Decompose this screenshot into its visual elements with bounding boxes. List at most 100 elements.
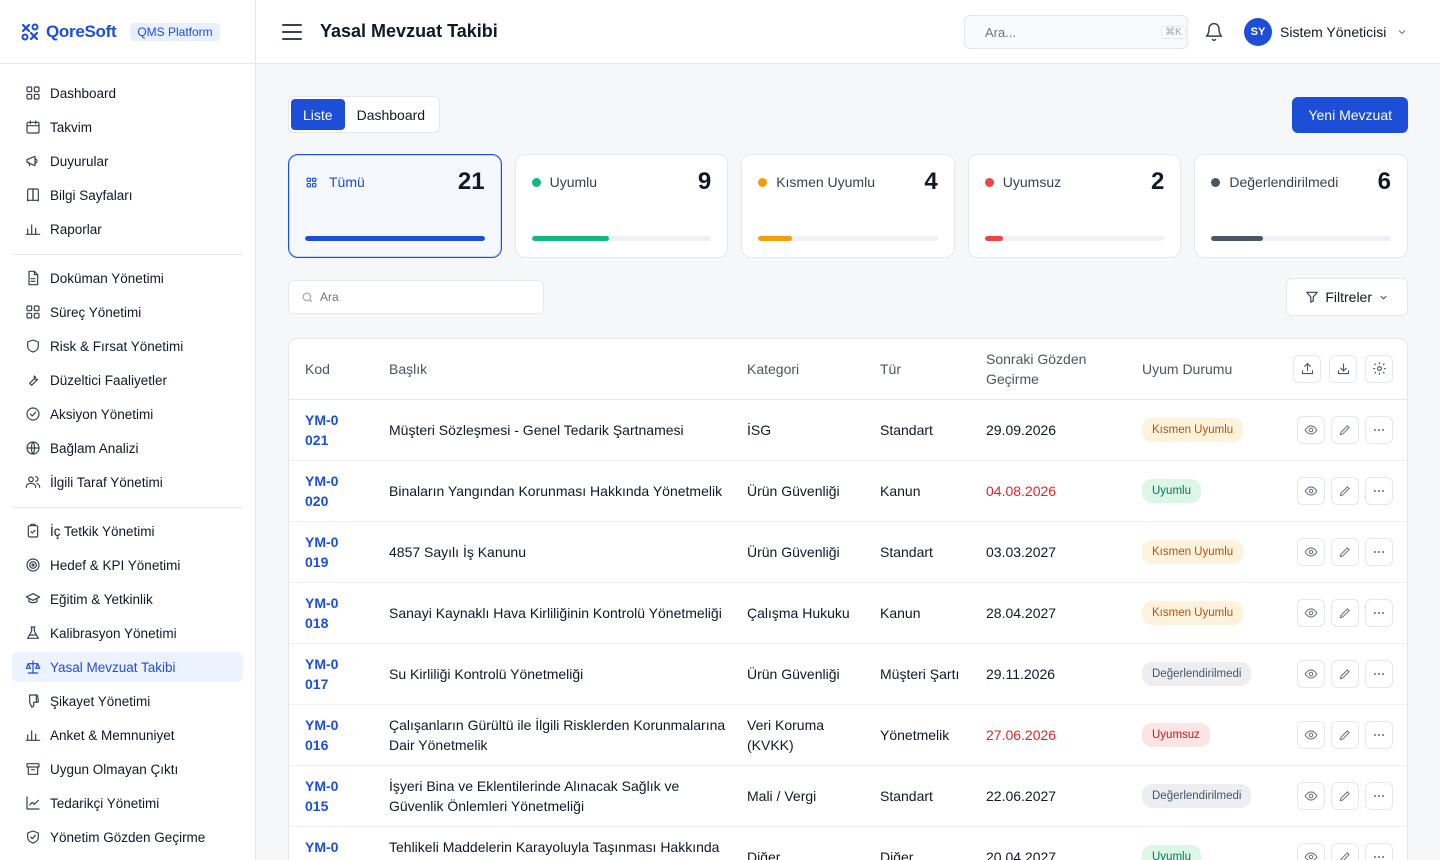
cell-type: Kanun [872, 460, 978, 522]
sidebar-item-dokuman-yonetimi[interactable]: Doküman Yönetimi [12, 263, 243, 293]
sidebar-item-ic-tetkik-yonetimi[interactable]: İç Tetkik Yönetimi [12, 516, 243, 546]
view-eye-icon[interactable] [1297, 781, 1325, 810]
column-header-category[interactable]: Kategori [739, 339, 872, 400]
settings-gear-icon[interactable] [1365, 354, 1393, 383]
column-header-code[interactable]: Kod [289, 339, 381, 400]
new-regulation-button[interactable]: Yeni Mevzuat [1292, 97, 1408, 133]
edit-pencil-icon[interactable] [1331, 598, 1359, 627]
more-horizontal-icon[interactable] [1365, 659, 1393, 688]
view-eye-icon[interactable] [1297, 415, 1325, 444]
table-row[interactable]: YM-0018 Sanayi Kaynaklı Hava Kirliliğinin… [289, 582, 1407, 644]
table-row[interactable]: YM-0014 Tehlikeli Maddelerin Karayoluyla … [289, 826, 1407, 860]
brand[interactable]: QoreSoft QMS Platform [0, 0, 255, 64]
user-menu[interactable]: SY Sistem Yöneticisi [1244, 18, 1408, 46]
sidebar-item-sikayet-yonetimi[interactable]: Şikayet Yönetimi [12, 686, 243, 716]
sidebar-item-hedef-kpi-yonetimi[interactable]: Hedef & KPI Yönetimi [12, 550, 243, 580]
row-code-link[interactable]: YM-0020 [305, 471, 345, 511]
row-code-link[interactable]: YM-0017 [305, 654, 345, 694]
sidebar-item-yasal-mevzuat-takibi[interactable]: Yasal Mevzuat Takibi [12, 652, 243, 682]
download-icon[interactable] [1329, 354, 1357, 383]
edit-pencil-icon[interactable] [1331, 415, 1359, 444]
more-horizontal-icon[interactable] [1365, 720, 1393, 749]
sidebar-item-tedarikci-yonetimi[interactable]: Tedarikçi Yönetimi [12, 788, 243, 818]
menu-toggle-icon[interactable] [282, 23, 302, 40]
sidebar-item-duzeltici-faaliyetler[interactable]: Düzeltici Faaliyetler [12, 365, 243, 395]
more-horizontal-icon[interactable] [1365, 781, 1393, 810]
cell-actions [1268, 704, 1407, 766]
more-horizontal-icon[interactable] [1365, 476, 1393, 505]
sidebar-item-surec-yonetimi[interactable]: Süreç Yönetimi [12, 297, 243, 327]
column-header-status[interactable]: Uyum Durumu [1134, 339, 1268, 400]
view-eye-icon[interactable] [1297, 842, 1325, 860]
row-code-link[interactable]: YM-0021 [305, 410, 345, 450]
column-header-type[interactable]: Tür [872, 339, 978, 400]
sidebar-item-yonetim-gozden-gecirme[interactable]: Yönetim Gözden Geçirme [12, 822, 243, 852]
sidebar-item-label: Kalibrasyon Yönetimi [50, 625, 177, 641]
sidebar-item-raporlar[interactable]: Raporlar [12, 214, 243, 244]
check-circle-icon [24, 405, 42, 423]
upload-icon[interactable] [1293, 354, 1321, 383]
sidebar-item-aksiyon-yonetimi[interactable]: Aksiyon Yönetimi [12, 399, 243, 429]
sidebar-item-egitim-yetkinlik[interactable]: Eğitim & Yetkinlik [12, 584, 243, 614]
more-horizontal-icon[interactable] [1365, 537, 1393, 566]
more-horizontal-icon[interactable] [1365, 842, 1393, 860]
table-row[interactable]: YM-0015 İşyeri Bina ve Eklentilerinde Alı… [289, 765, 1407, 827]
edit-pencil-icon[interactable] [1331, 781, 1359, 810]
sidebar-item-label: Aksiyon Yönetimi [50, 406, 154, 422]
summary-card-degerlendirilmedi[interactable]: Değerlendirilmedi 6 [1194, 154, 1408, 258]
more-horizontal-icon[interactable] [1365, 415, 1393, 444]
view-eye-icon[interactable] [1297, 476, 1325, 505]
bell-icon[interactable] [1204, 22, 1224, 42]
table-row[interactable]: YM-0016 Çalışanların Gürültü ile İlgili R… [289, 704, 1407, 766]
sidebar-item-kalibrasyon-yonetimi[interactable]: Kalibrasyon Yönetimi [12, 618, 243, 648]
sidebar-item-duyurular[interactable]: Duyurular [12, 146, 243, 176]
view-eye-icon[interactable] [1297, 598, 1325, 627]
sidebar-item-risk-firsat-yonetimi[interactable]: Risk & Fırsat Yönetimi [12, 331, 243, 361]
edit-pencil-icon[interactable] [1331, 842, 1359, 860]
global-search-input[interactable] [985, 24, 1161, 40]
row-code-link[interactable]: YM-0018 [305, 593, 345, 633]
column-header-next-review[interactable]: Sonraki Gözden Geçirme [978, 339, 1134, 400]
row-code-link[interactable]: YM-0016 [305, 715, 345, 755]
row-code-link[interactable]: YM-0014 [305, 837, 345, 860]
more-horizontal-icon[interactable] [1365, 598, 1393, 627]
summary-card-tumu[interactable]: Tümü 21 [288, 154, 502, 258]
table-search[interactable] [288, 280, 544, 314]
summary-card-uyumsuz[interactable]: Uyumsuz 2 [967, 154, 1182, 258]
table-row[interactable]: YM-0019 4857 Sayılı İş Kanunu Ürün Güvenli… [289, 521, 1407, 583]
edit-pencil-icon[interactable] [1331, 537, 1359, 566]
sidebar-item-dashboard[interactable]: Dashboard [12, 78, 243, 108]
sidebar-item-anket-memnuniyet[interactable]: Anket & Memnuniyet [12, 720, 243, 750]
table-search-input[interactable] [320, 290, 475, 304]
sidebar-item-bilgi-sayfalari[interactable]: Bilgi Sayfaları [12, 180, 243, 210]
summary-card-kismen-uyumlu[interactable]: Kısmen Uyumlu 4 [741, 154, 955, 258]
edit-pencil-icon[interactable] [1331, 476, 1359, 505]
table-row[interactable]: YM-0017 Su Kirliliği Kontrolü Yönetmeliği… [289, 643, 1407, 705]
filters-button[interactable]: Filtreler [1286, 278, 1408, 316]
tab-dashboard[interactable]: Dashboard [345, 99, 438, 130]
table-row[interactable]: YM-0021 Müşteri Sözleşmesi - Genel Tedari… [289, 399, 1407, 461]
cell-title: İşyeri Bina ve Eklentilerinde Alınacak S… [381, 765, 739, 827]
cell-category: Diğer [739, 826, 872, 860]
view-eye-icon[interactable] [1297, 537, 1325, 566]
summary-card-uyumlu[interactable]: Uyumlu 9 [514, 154, 729, 258]
cell-next-review: 27.06.2026 [978, 704, 1134, 766]
sidebar-item-uygun-olmayan-cikti[interactable]: Uygun Olmayan Çıktı [12, 754, 243, 784]
cell-actions [1268, 826, 1407, 860]
view-eye-icon[interactable] [1297, 659, 1325, 688]
table-row[interactable]: YM-0020 Binaların Yangından Korunması Hak… [289, 460, 1407, 522]
edit-pencil-icon[interactable] [1331, 659, 1359, 688]
file-icon [24, 269, 42, 287]
column-header-title[interactable]: Başlık [381, 339, 739, 400]
view-eye-icon[interactable] [1297, 720, 1325, 749]
sidebar-item-takvim[interactable]: Takvim [12, 112, 243, 142]
sidebar-item-ilgili-taraf-yonetimi[interactable]: İlgili Taraf Yönetimi [12, 467, 243, 497]
global-search[interactable]: ⌘K [964, 15, 1188, 49]
row-code-link[interactable]: YM-0019 [305, 532, 345, 572]
cell-next-review: 28.04.2027 [978, 582, 1134, 644]
cell-actions [1268, 460, 1407, 522]
sidebar-item-baglam-analizi[interactable]: Bağlam Analizi [12, 433, 243, 463]
tab-liste[interactable]: Liste [291, 99, 345, 130]
row-code-link[interactable]: YM-0015 [305, 776, 345, 816]
edit-pencil-icon[interactable] [1331, 720, 1359, 749]
